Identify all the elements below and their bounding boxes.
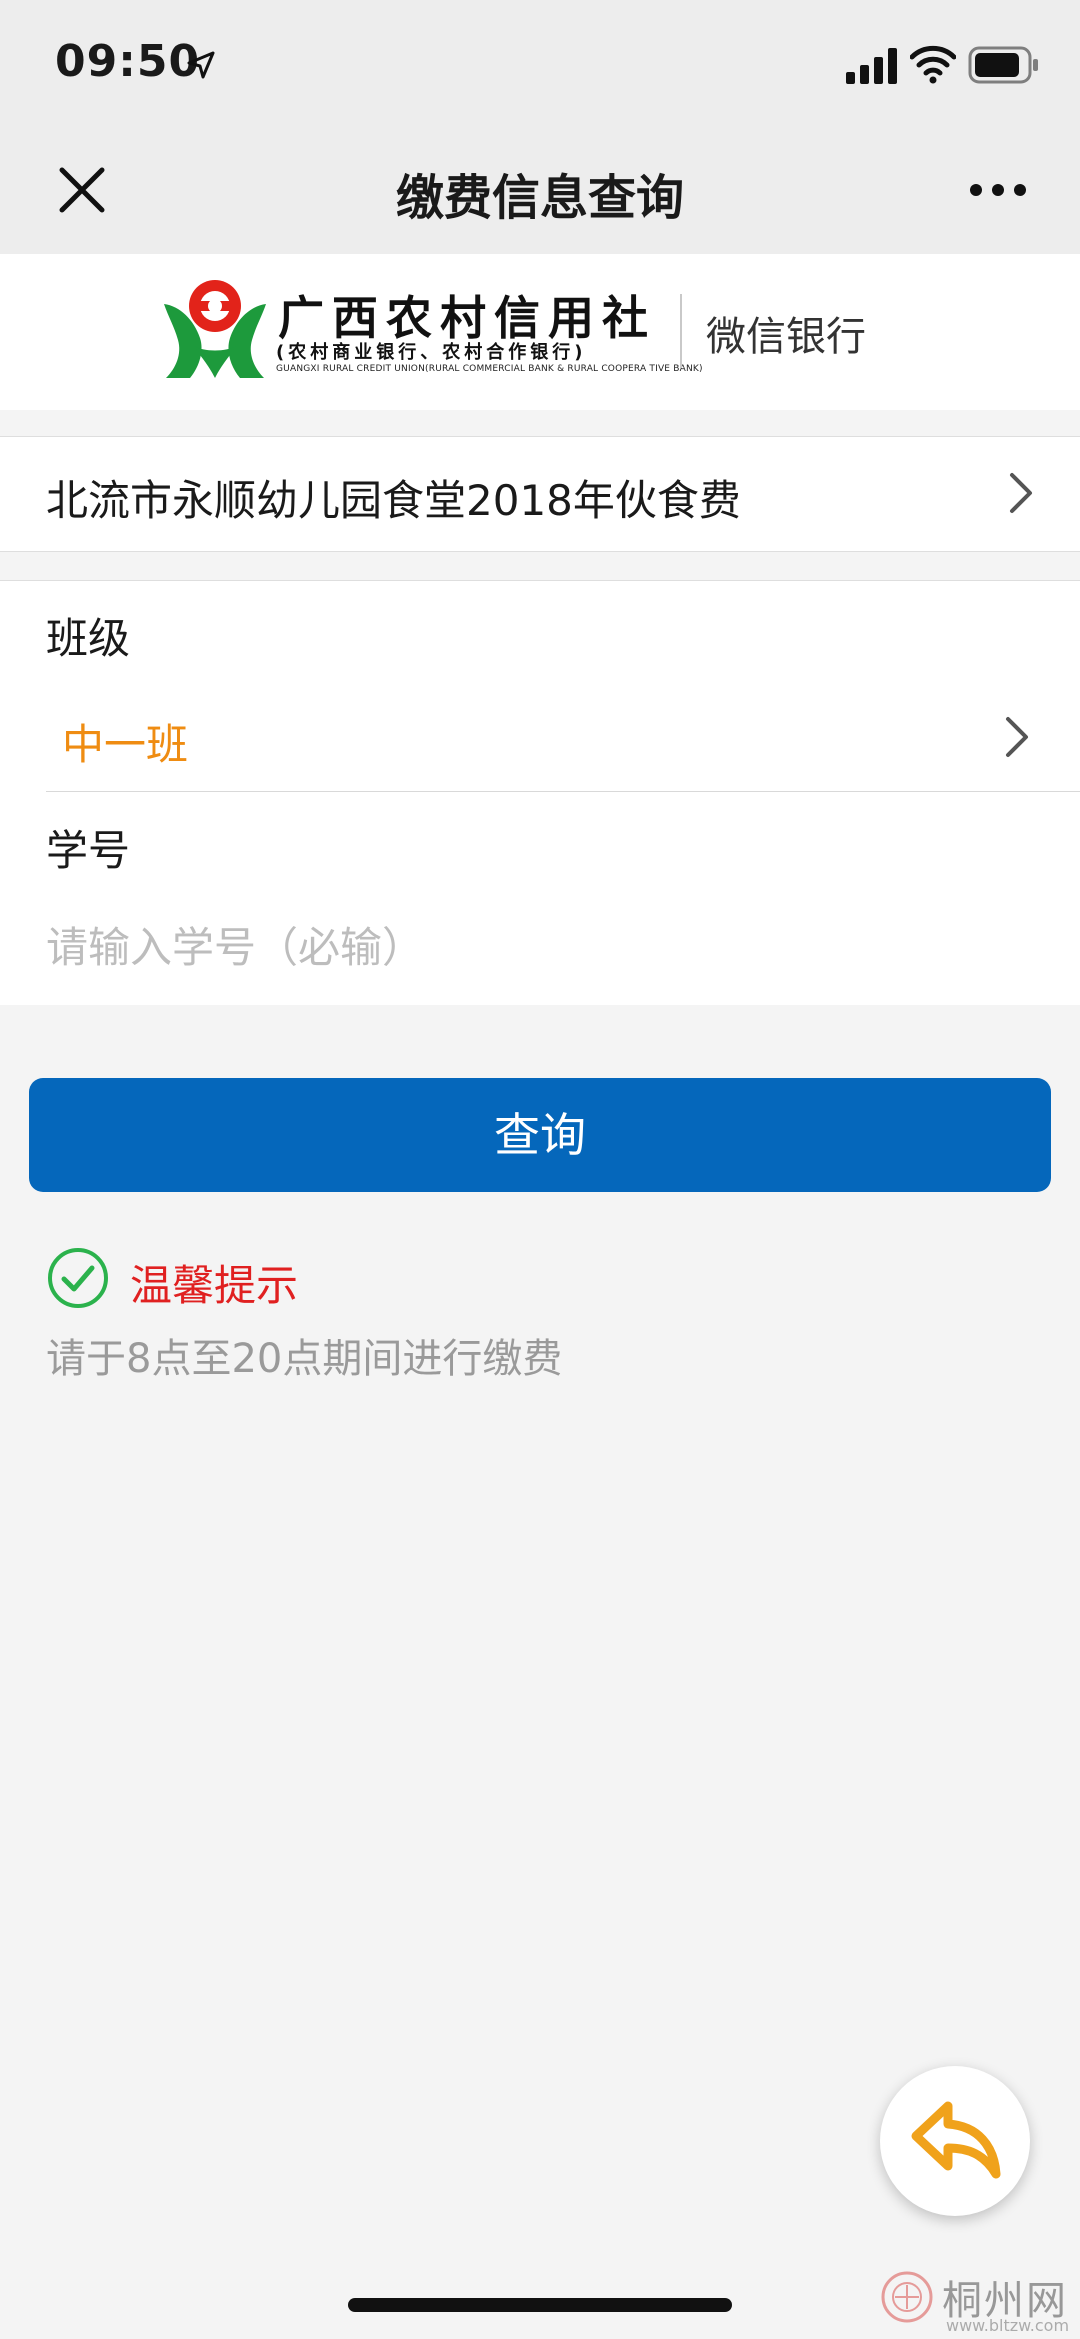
home-indicator <box>348 2298 732 2312</box>
chevron-right-icon <box>1010 473 1032 513</box>
student-id-input[interactable] <box>46 917 1006 977</box>
class-select[interactable]: 中一班 <box>62 711 188 772</box>
channel-name: 微信银行 <box>706 314 866 360</box>
page-title: 缴费信息查询 <box>395 170 684 226</box>
tip-text: 请于8点至20点期间进行缴费 <box>46 1336 563 1382</box>
student-id-label: 学号 <box>46 826 131 875</box>
query-button[interactable]: 查询 <box>29 1078 1051 1192</box>
check-circle-icon <box>48 1248 108 1308</box>
bank-subtitle: (农村商业银行、农村合作银行) <box>276 342 587 363</box>
status-bar: 09:50 <box>0 0 1080 130</box>
nav-bar: 缴费信息查询 <box>0 130 1080 254</box>
banner-divider <box>680 294 682 368</box>
wifi-icon <box>910 45 956 84</box>
form-divider <box>46 791 1080 792</box>
back-floating-button[interactable] <box>880 2066 1030 2216</box>
tip-title: 温馨提示 <box>130 1261 299 1310</box>
location-arrow-icon <box>187 51 215 79</box>
status-time: 09:50 <box>55 36 201 87</box>
bank-english-name: GUANGXI RURAL CREDIT UNION(RURAL COMMERC… <box>276 364 703 374</box>
class-label: 班级 <box>46 614 131 663</box>
watermark-seal-icon <box>881 2271 933 2323</box>
bank-logo-icon <box>164 280 266 378</box>
more-icon[interactable] <box>966 170 1030 210</box>
cellular-signal-icon <box>846 48 897 84</box>
query-form: 班级 中一班 学号 <box>0 580 1080 1005</box>
payment-item-label: 北流市永顺幼儿园食堂2018年伙食费 <box>46 476 741 525</box>
watermark-url: www.bltzw.com <box>946 2316 1070 2335</box>
payment-item-selector[interactable]: 北流市永顺幼儿园食堂2018年伙食费 <box>0 436 1080 552</box>
bank-banner: 广西农村信用社 (农村商业银行、农村合作银行) GUANGXI RURAL CR… <box>0 254 1080 410</box>
reply-arrow-icon <box>911 2101 1001 2179</box>
battery-icon <box>968 46 1038 84</box>
chevron-right-icon[interactable] <box>1004 715 1030 759</box>
